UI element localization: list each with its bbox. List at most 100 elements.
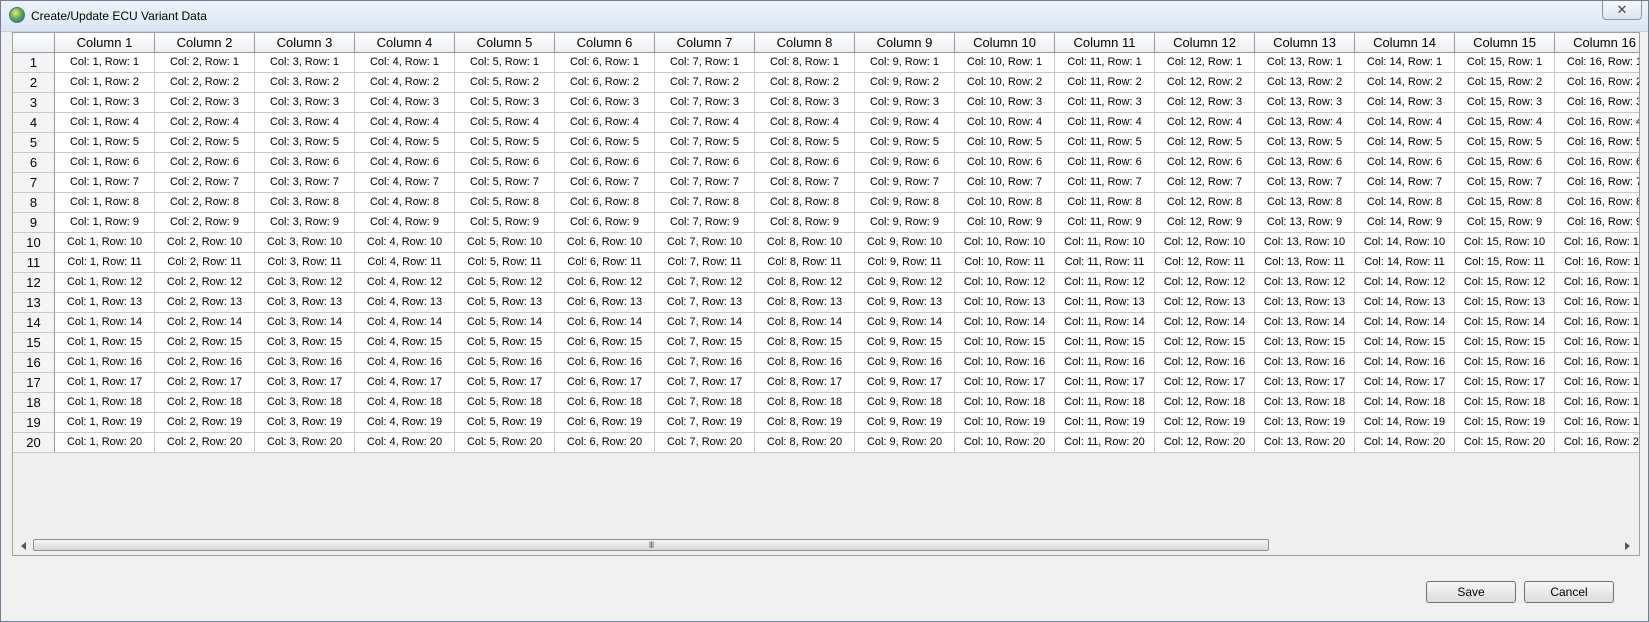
table-cell[interactable]: Col: 1, Row: 13 <box>55 293 155 313</box>
table-cell[interactable]: Col: 14, Row: 10 <box>1355 233 1455 253</box>
table-cell[interactable]: Col: 7, Row: 4 <box>655 113 755 133</box>
table-cell[interactable]: Col: 13, Row: 7 <box>1255 173 1355 193</box>
table-cell[interactable]: Col: 1, Row: 12 <box>55 273 155 293</box>
table-cell[interactable]: Col: 14, Row: 3 <box>1355 93 1455 113</box>
table-cell[interactable]: Col: 2, Row: 18 <box>155 393 255 413</box>
save-button[interactable]: Save <box>1426 581 1516 603</box>
table-cell[interactable]: Col: 15, Row: 6 <box>1455 153 1555 173</box>
table-cell[interactable]: Col: 7, Row: 10 <box>655 233 755 253</box>
table-cell[interactable]: Col: 6, Row: 13 <box>555 293 655 313</box>
table-cell[interactable]: Col: 2, Row: 7 <box>155 173 255 193</box>
table-cell[interactable]: Col: 16, Row: 6 <box>1555 153 1639 173</box>
column-header[interactable]: Column 8 <box>755 33 855 53</box>
table-cell[interactable]: Col: 10, Row: 5 <box>955 133 1055 153</box>
table-cell[interactable]: Col: 6, Row: 20 <box>555 433 655 453</box>
table-cell[interactable]: Col: 10, Row: 19 <box>955 413 1055 433</box>
table-cell[interactable]: Col: 10, Row: 11 <box>955 253 1055 273</box>
table-cell[interactable]: Col: 7, Row: 5 <box>655 133 755 153</box>
table-cell[interactable]: Col: 5, Row: 14 <box>455 313 555 333</box>
row-header[interactable]: 12 <box>13 273 55 293</box>
table-cell[interactable]: Col: 15, Row: 8 <box>1455 193 1555 213</box>
table-cell[interactable]: Col: 8, Row: 13 <box>755 293 855 313</box>
table-cell[interactable]: Col: 15, Row: 19 <box>1455 413 1555 433</box>
table-cell[interactable]: Col: 9, Row: 13 <box>855 293 955 313</box>
table-cell[interactable]: Col: 1, Row: 8 <box>55 193 155 213</box>
table-cell[interactable]: Col: 7, Row: 13 <box>655 293 755 313</box>
table-cell[interactable]: Col: 16, Row: 9 <box>1555 213 1639 233</box>
table-cell[interactable]: Col: 14, Row: 1 <box>1355 53 1455 73</box>
column-header[interactable]: Column 14 <box>1355 33 1455 53</box>
table-cell[interactable]: Col: 13, Row: 13 <box>1255 293 1355 313</box>
table-cell[interactable]: Col: 6, Row: 11 <box>555 253 655 273</box>
table-cell[interactable]: Col: 16, Row: 18 <box>1555 393 1639 413</box>
table-cell[interactable]: Col: 12, Row: 18 <box>1155 393 1255 413</box>
table-cell[interactable]: Col: 5, Row: 13 <box>455 293 555 313</box>
row-header[interactable]: 6 <box>13 153 55 173</box>
table-cell[interactable]: Col: 5, Row: 5 <box>455 133 555 153</box>
table-cell[interactable]: Col: 3, Row: 3 <box>255 93 355 113</box>
table-cell[interactable]: Col: 8, Row: 2 <box>755 73 855 93</box>
table-cell[interactable]: Col: 1, Row: 17 <box>55 373 155 393</box>
table-cell[interactable]: Col: 2, Row: 9 <box>155 213 255 233</box>
table-cell[interactable]: Col: 11, Row: 12 <box>1055 273 1155 293</box>
table-cell[interactable]: Col: 3, Row: 9 <box>255 213 355 233</box>
table-cell[interactable]: Col: 3, Row: 14 <box>255 313 355 333</box>
table-cell[interactable]: Col: 7, Row: 8 <box>655 193 755 213</box>
table-cell[interactable]: Col: 4, Row: 10 <box>355 233 455 253</box>
table-cell[interactable]: Col: 10, Row: 1 <box>955 53 1055 73</box>
row-header[interactable]: 17 <box>13 373 55 393</box>
table-cell[interactable]: Col: 10, Row: 17 <box>955 373 1055 393</box>
row-header[interactable]: 1 <box>13 53 55 73</box>
table-cell[interactable]: Col: 11, Row: 16 <box>1055 353 1155 373</box>
table-cell[interactable]: Col: 2, Row: 15 <box>155 333 255 353</box>
table-cell[interactable]: Col: 13, Row: 18 <box>1255 393 1355 413</box>
table-cell[interactable]: Col: 7, Row: 11 <box>655 253 755 273</box>
table-cell[interactable]: Col: 10, Row: 20 <box>955 433 1055 453</box>
table-cell[interactable]: Col: 2, Row: 8 <box>155 193 255 213</box>
row-header[interactable]: 11 <box>13 253 55 273</box>
table-cell[interactable]: Col: 14, Row: 12 <box>1355 273 1455 293</box>
table-cell[interactable]: Col: 16, Row: 16 <box>1555 353 1639 373</box>
table-cell[interactable]: Col: 9, Row: 8 <box>855 193 955 213</box>
table-cell[interactable]: Col: 1, Row: 6 <box>55 153 155 173</box>
table-cell[interactable]: Col: 16, Row: 15 <box>1555 333 1639 353</box>
table-cell[interactable]: Col: 12, Row: 20 <box>1155 433 1255 453</box>
table-cell[interactable]: Col: 1, Row: 20 <box>55 433 155 453</box>
table-cell[interactable]: Col: 2, Row: 4 <box>155 113 255 133</box>
table-cell[interactable]: Col: 3, Row: 16 <box>255 353 355 373</box>
table-cell[interactable]: Col: 2, Row: 16 <box>155 353 255 373</box>
table-cell[interactable]: Col: 2, Row: 6 <box>155 153 255 173</box>
table-cell[interactable]: Col: 7, Row: 1 <box>655 53 755 73</box>
table-cell[interactable]: Col: 3, Row: 4 <box>255 113 355 133</box>
table-cell[interactable]: Col: 14, Row: 11 <box>1355 253 1455 273</box>
table-cell[interactable]: Col: 4, Row: 9 <box>355 213 455 233</box>
table-cell[interactable]: Col: 11, Row: 2 <box>1055 73 1155 93</box>
column-header[interactable]: Column 4 <box>355 33 455 53</box>
table-cell[interactable]: Col: 5, Row: 11 <box>455 253 555 273</box>
table-cell[interactable]: Col: 1, Row: 11 <box>55 253 155 273</box>
table-cell[interactable]: Col: 2, Row: 2 <box>155 73 255 93</box>
table-cell[interactable]: Col: 6, Row: 3 <box>555 93 655 113</box>
table-cell[interactable]: Col: 11, Row: 13 <box>1055 293 1155 313</box>
table-cell[interactable]: Col: 5, Row: 10 <box>455 233 555 253</box>
table-cell[interactable]: Col: 4, Row: 4 <box>355 113 455 133</box>
table-cell[interactable]: Col: 7, Row: 9 <box>655 213 755 233</box>
table-cell[interactable]: Col: 9, Row: 6 <box>855 153 955 173</box>
table-cell[interactable]: Col: 3, Row: 11 <box>255 253 355 273</box>
row-header[interactable]: 19 <box>13 413 55 433</box>
table-cell[interactable]: Col: 14, Row: 7 <box>1355 173 1455 193</box>
table-cell[interactable]: Col: 6, Row: 19 <box>555 413 655 433</box>
table-cell[interactable]: Col: 12, Row: 15 <box>1155 333 1255 353</box>
table-cell[interactable]: Col: 1, Row: 19 <box>55 413 155 433</box>
table-cell[interactable]: Col: 12, Row: 3 <box>1155 93 1255 113</box>
table-cell[interactable]: Col: 8, Row: 1 <box>755 53 855 73</box>
table-cell[interactable]: Col: 14, Row: 19 <box>1355 413 1455 433</box>
table-cell[interactable]: Col: 8, Row: 14 <box>755 313 855 333</box>
table-cell[interactable]: Col: 13, Row: 10 <box>1255 233 1355 253</box>
row-header[interactable]: 20 <box>13 433 55 453</box>
table-cell[interactable]: Col: 13, Row: 8 <box>1255 193 1355 213</box>
table-cell[interactable]: Col: 13, Row: 12 <box>1255 273 1355 293</box>
table-cell[interactable]: Col: 11, Row: 9 <box>1055 213 1155 233</box>
table-cell[interactable]: Col: 5, Row: 19 <box>455 413 555 433</box>
table-cell[interactable]: Col: 6, Row: 6 <box>555 153 655 173</box>
